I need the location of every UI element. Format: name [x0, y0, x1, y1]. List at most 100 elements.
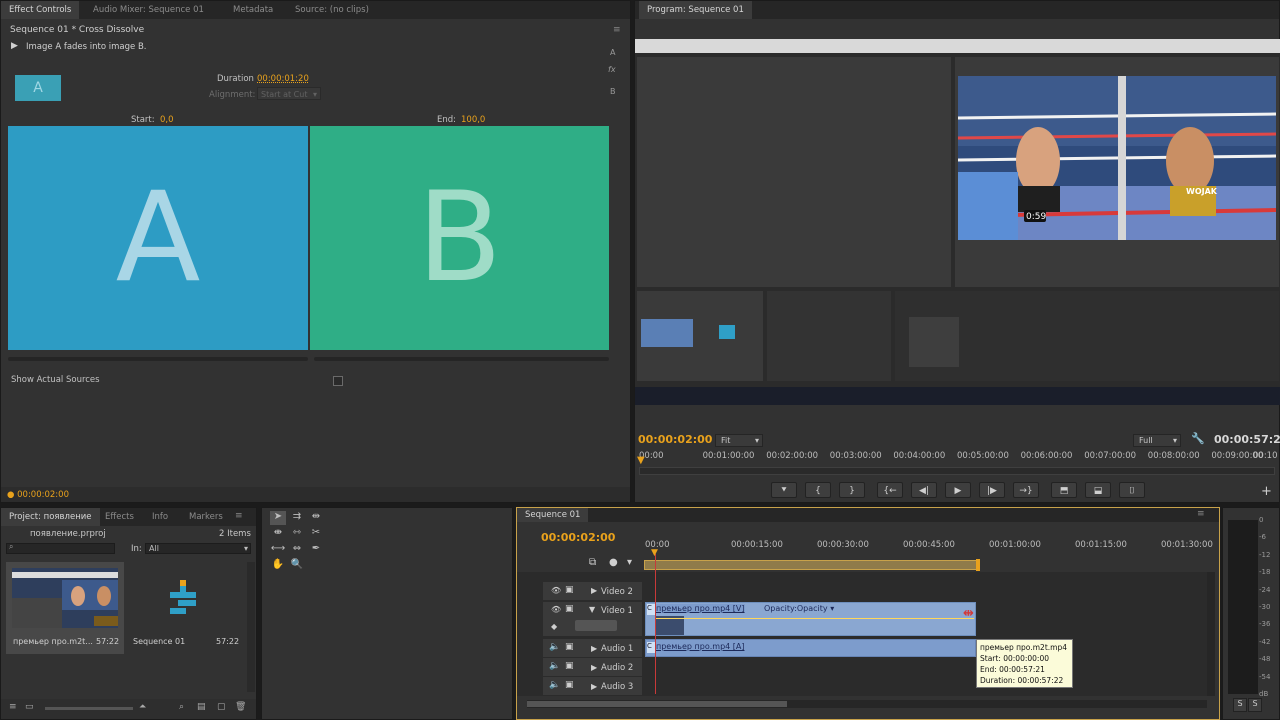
- speaker-icon[interactable]: 🔈: [549, 680, 560, 690]
- list-view-icon[interactable]: ≡: [9, 702, 17, 712]
- timeline-hscroll-thumb[interactable]: [527, 701, 787, 707]
- marker-add-icon[interactable]: ●: [609, 557, 618, 568]
- expand-track-icon[interactable]: ▶: [591, 644, 597, 653]
- tab-info[interactable]: Info: [144, 508, 176, 526]
- tab-program[interactable]: Program: Sequence 01: [639, 1, 752, 19]
- zoom-tool-icon[interactable]: 🔍: [289, 559, 305, 573]
- zoom-slider[interactable]: [45, 707, 133, 710]
- fx-icon[interactable]: fx: [608, 65, 616, 74]
- project-item-sequence[interactable]: Sequence 01 57:22: [128, 562, 246, 654]
- selection-tool-icon[interactable]: ➤: [270, 511, 286, 525]
- keyframe-icon[interactable]: ◆: [551, 622, 557, 631]
- tab-effects[interactable]: Effects: [97, 508, 142, 526]
- keyframe-nav[interactable]: [575, 620, 617, 631]
- work-area-end-handle[interactable]: [976, 559, 980, 571]
- icon-view-icon[interactable]: ▭: [25, 702, 34, 712]
- tab-audio-mixer[interactable]: Audio Mixer: Sequence 01: [85, 1, 212, 19]
- duration-value[interactable]: 00:00:01:20: [257, 74, 309, 84]
- start-slider[interactable]: [8, 357, 308, 361]
- panel-menu-icon[interactable]: ≡: [613, 25, 621, 35]
- snap-icon[interactable]: ⧉: [589, 557, 596, 568]
- settings-wrench-icon[interactable]: 🔧: [1191, 432, 1205, 445]
- alignment-select[interactable]: Start at Cut ▾: [257, 87, 321, 100]
- hand-tool-icon[interactable]: ✋: [270, 559, 286, 573]
- timeline-timecode[interactable]: 00:00:02:00: [541, 531, 615, 544]
- play-transition-icon[interactable]: ▶: [11, 41, 18, 51]
- audio-clip[interactable]: C премьер про.mp4 [A]: [645, 639, 976, 657]
- panel-menu-icon[interactable]: ≡: [235, 511, 243, 521]
- end-slider[interactable]: [314, 357, 609, 361]
- rate-stretch-tool-icon[interactable]: ⇿: [289, 527, 305, 541]
- project-scrollbar[interactable]: [247, 562, 255, 692]
- extract-icon[interactable]: ⬓: [1085, 482, 1111, 498]
- lock-icon[interactable]: ▣: [565, 642, 574, 652]
- tab-sequence[interactable]: Sequence 01: [517, 508, 589, 522]
- track-select-tool-icon[interactable]: ⇉: [289, 511, 305, 525]
- side-icon-b[interactable]: B: [610, 87, 616, 96]
- show-actual-sources-checkbox[interactable]: [333, 376, 343, 386]
- lift-icon[interactable]: ⬒: [1051, 482, 1077, 498]
- program-zoom-bar[interactable]: [639, 467, 1275, 475]
- export-frame-icon[interactable]: ⌷: [1119, 482, 1145, 498]
- tab-markers[interactable]: Markers: [181, 508, 231, 526]
- video-clip-effect[interactable]: Opacity:Opacity ▾: [764, 604, 834, 613]
- program-ruler[interactable]: 00:00 00:01:00:00 00:02:00:00 00:03:00:00 00…: [639, 451, 1278, 465]
- program-current-time[interactable]: 00:00:02:00: [638, 433, 712, 446]
- step-forward-icon[interactable]: |▶: [979, 482, 1005, 498]
- trash-icon[interactable]: 🗑: [235, 702, 246, 712]
- fit-select[interactable]: Fit ▾: [715, 434, 763, 447]
- rolling-edit-tool-icon[interactable]: ⇼: [270, 527, 286, 541]
- project-search-input[interactable]: ⌕: [6, 542, 115, 554]
- slide-tool-icon[interactable]: ⇔: [289, 543, 305, 557]
- in-point-icon[interactable]: {: [805, 482, 831, 498]
- side-icon-a[interactable]: A: [610, 48, 615, 57]
- eye-icon[interactable]: 👁: [551, 605, 561, 614]
- find-icon[interactable]: ⌕: [179, 702, 184, 712]
- pen-tool-icon[interactable]: ✒: [308, 543, 324, 557]
- in-select[interactable]: All ▾: [145, 543, 251, 554]
- project-item-clip[interactable]: премьер про.m2t... 57:22: [6, 562, 124, 654]
- program-playhead-icon[interactable]: ▼: [637, 455, 645, 466]
- speaker-icon[interactable]: 🔈: [549, 661, 560, 671]
- speaker-icon[interactable]: 🔈: [549, 642, 560, 652]
- razor-tool-icon[interactable]: ✂: [308, 527, 324, 541]
- lock-icon[interactable]: ▣: [565, 661, 574, 671]
- automate-to-sequence-icon[interactable]: ⏶: [139, 702, 146, 712]
- timeline-hscroll[interactable]: [527, 700, 1207, 708]
- collapse-track-icon[interactable]: ▼: [589, 605, 595, 614]
- marker-icon[interactable]: ⯆: [771, 482, 797, 498]
- slip-tool-icon[interactable]: ⟷: [270, 543, 286, 557]
- go-to-in-icon[interactable]: {←: [877, 482, 903, 498]
- tab-project[interactable]: Project: появление: [1, 508, 100, 526]
- step-back-icon[interactable]: ◀|: [911, 482, 937, 498]
- tab-effect-controls[interactable]: Effect Controls: [1, 1, 79, 19]
- timeline-playhead-handle[interactable]: ▼: [651, 548, 658, 558]
- out-point-icon[interactable]: }: [839, 482, 865, 498]
- effect-footer-timecode[interactable]: ● 00:00:02:00: [7, 490, 69, 500]
- work-area-bar[interactable]: [644, 560, 978, 570]
- expand-track-icon[interactable]: ▶: [591, 663, 597, 672]
- timeline-ruler[interactable]: 00:00 00:00:15:00 00:00:30:00 00:00:45:00 00…: [645, 540, 1213, 554]
- eye-icon[interactable]: 👁: [551, 586, 561, 595]
- marker-icon[interactable]: ▾: [627, 557, 632, 568]
- lock-icon[interactable]: ▣: [565, 585, 574, 595]
- end-value[interactable]: 100,0: [461, 115, 485, 125]
- start-value[interactable]: 0,0: [160, 115, 174, 125]
- expand-track-icon[interactable]: ▶: [591, 586, 597, 595]
- lock-icon[interactable]: ▣: [565, 604, 574, 614]
- timeline-playhead[interactable]: [655, 554, 656, 694]
- play-icon[interactable]: ▶: [945, 482, 971, 498]
- add-button-icon[interactable]: +: [1261, 484, 1272, 499]
- solo-right-button[interactable]: S: [1248, 698, 1262, 712]
- new-item-icon[interactable]: ▢: [217, 702, 226, 712]
- go-to-out-icon[interactable]: →}: [1013, 482, 1039, 498]
- tab-source[interactable]: Source: (no clips): [287, 1, 377, 19]
- full-select[interactable]: Full ▾: [1133, 434, 1181, 447]
- expand-track-icon[interactable]: ▶: [591, 682, 597, 691]
- new-bin-icon[interactable]: ▤: [197, 702, 206, 712]
- tab-metadata[interactable]: Metadata: [225, 1, 281, 19]
- video-clip[interactable]: C премьер про.mp4 [V] Opacity:Opacity ▾: [645, 602, 976, 636]
- timeline-vscroll[interactable]: [1207, 572, 1215, 696]
- ripple-edit-tool-icon[interactable]: ⇹: [308, 511, 324, 525]
- solo-left-button[interactable]: S: [1233, 698, 1247, 712]
